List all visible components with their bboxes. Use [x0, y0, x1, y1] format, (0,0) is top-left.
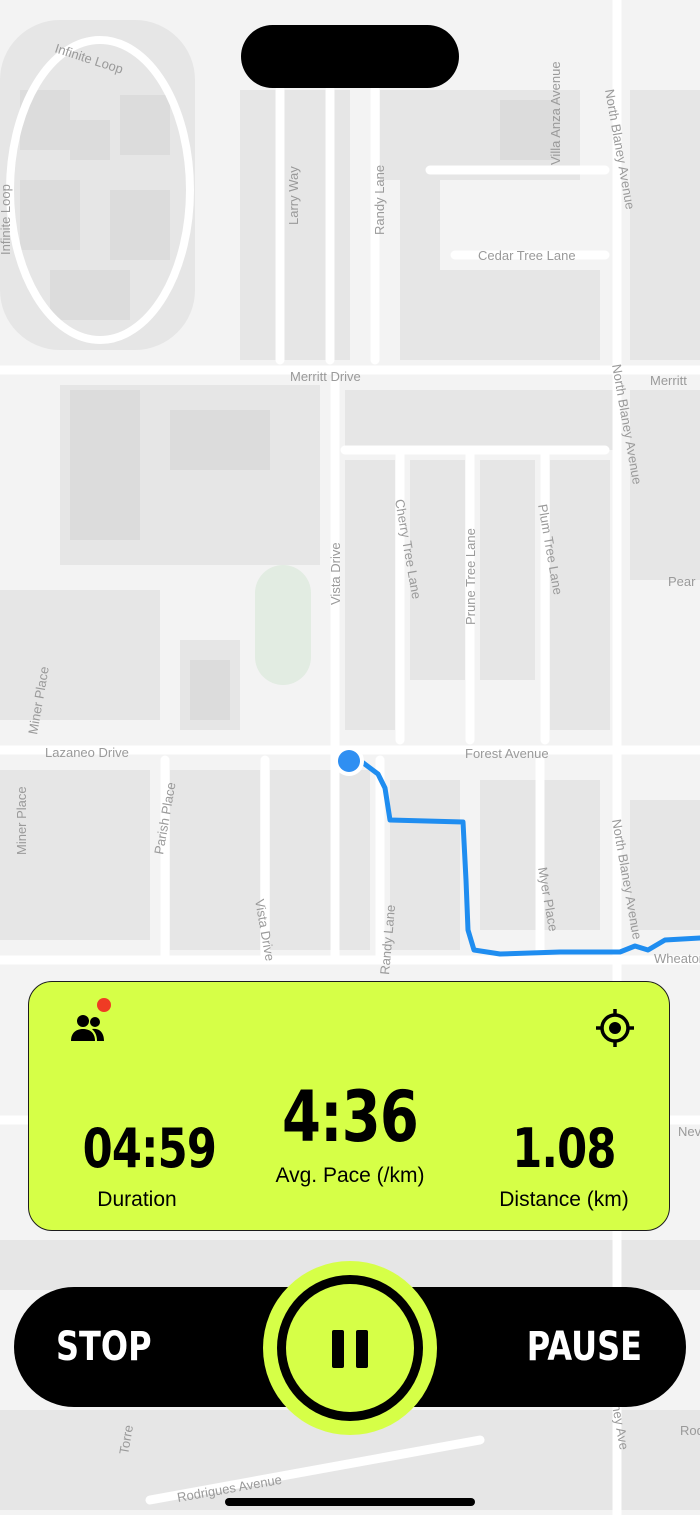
distance-value: 1.08	[512, 1117, 616, 1180]
svg-text:Nev: Nev	[678, 1124, 700, 1139]
dynamic-island	[241, 25, 459, 88]
svg-text:Pear: Pear	[668, 574, 696, 589]
svg-text:Wheaton: Wheaton	[654, 951, 700, 966]
svg-text:Lazaneo Drive: Lazaneo Drive	[45, 745, 129, 760]
svg-text:Larry Way: Larry Way	[286, 166, 301, 225]
workout-stats-card: 04:59 Duration 4:36 Avg. Pace (/km) 1.08…	[28, 981, 670, 1231]
svg-text:Cedar Tree Lane: Cedar Tree Lane	[478, 248, 576, 263]
svg-text:Rodrig: Rodrig	[680, 1423, 700, 1438]
svg-text:Miner Place: Miner Place	[14, 786, 29, 855]
duration-stat: 04:59 Duration	[69, 1117, 217, 1212]
home-indicator	[225, 1498, 475, 1506]
svg-text:Vista Drive: Vista Drive	[328, 542, 343, 605]
svg-text:Forest Avenue: Forest Avenue	[465, 746, 549, 761]
pause-button[interactable]: PAUSE	[527, 1287, 642, 1407]
pace-stat: 4:36 Avg. Pace (/km)	[250, 1082, 450, 1188]
distance-stat: 1.08 Distance (km)	[479, 1122, 649, 1212]
stop-button[interactable]: STOP	[56, 1287, 152, 1407]
pace-value: 4:36	[281, 1076, 419, 1158]
svg-text:Merritt Drive: Merritt Drive	[290, 369, 361, 384]
notification-dot	[97, 998, 111, 1012]
svg-text:Merritt: Merritt	[650, 373, 687, 388]
svg-text:Villa Anza Avenue: Villa Anza Avenue	[548, 61, 563, 165]
duration-label: Duration	[97, 1188, 177, 1211]
distance-label: Distance (km)	[499, 1188, 629, 1211]
svg-text:Infinite Loop: Infinite Loop	[0, 184, 13, 255]
group-icon[interactable]	[65, 1006, 109, 1046]
pace-label: Avg. Pace (/km)	[275, 1164, 425, 1187]
duration-value: 04:59	[82, 1117, 217, 1180]
crosshair-icon[interactable]	[593, 1006, 637, 1050]
svg-text:Prune Tree Lane: Prune Tree Lane	[463, 528, 478, 625]
center-pause-button[interactable]	[263, 1261, 437, 1435]
svg-text:Randy Lane: Randy Lane	[372, 165, 387, 235]
